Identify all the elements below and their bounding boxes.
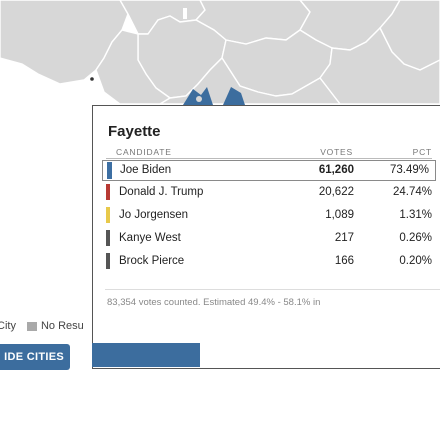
legend-no-results-label: No Resu	[40, 320, 84, 332]
candidate-pct: 0.26%	[399, 232, 432, 244]
legend-city-label: City	[0, 320, 16, 332]
candidate-votes: 1,089	[325, 209, 354, 221]
candidate-votes: 61,260	[318, 164, 354, 176]
toggle-cities-button[interactable]: IDE CITIES	[0, 344, 70, 370]
candidate-name: Joe Biden	[120, 164, 172, 176]
candidate-color-bar	[107, 162, 112, 179]
results-table-header: CANDIDATE VOTES PCT	[106, 140, 432, 159]
candidate-pct: 0.20%	[399, 255, 432, 267]
result-row: Jo Jorgensen 1,089 1.31%	[106, 205, 432, 227]
header-votes: VOTES	[320, 147, 353, 157]
candidate-color-bar	[106, 184, 110, 200]
candidate-name: Jo Jorgensen	[119, 209, 189, 221]
header-candidate: CANDIDATE	[116, 147, 172, 157]
result-row: Kanye West 217 0.26%	[106, 228, 432, 250]
candidate-votes: 217	[334, 232, 354, 244]
legend-no-results-swatch	[26, 321, 37, 331]
candidate-pct: 1.31%	[399, 209, 432, 221]
candidate-color-bar	[106, 230, 110, 246]
result-row: Brock Pierce 166 0.20%	[106, 251, 432, 273]
map-marker-icon[interactable]	[175, 83, 255, 107]
candidate-name: Brock Pierce	[119, 255, 185, 267]
map-legend: City No Resu	[0, 317, 84, 335]
candidate-votes: 166	[334, 255, 354, 267]
candidate-name: Donald J. Trump	[119, 186, 204, 198]
header-pct: PCT	[412, 147, 432, 157]
candidate-name: Kanye West	[119, 232, 181, 244]
candidate-pct: 73.49%	[389, 164, 429, 176]
result-row-winner: Joe Biden 61,260 73.49%	[102, 160, 436, 181]
candidate-pct: 24.74%	[392, 186, 432, 198]
candidate-color-bar	[106, 253, 110, 269]
toggle-cities-label: IDE CITIES	[4, 351, 64, 363]
candidate-votes: 20,622	[318, 186, 354, 198]
footnote-divider	[105, 289, 440, 290]
county-name: Fayette	[108, 123, 161, 140]
result-row: Donald J. Trump 20,622 24.74%	[106, 182, 432, 204]
candidate-color-bar	[106, 207, 110, 223]
popup-tab-bar	[92, 343, 200, 367]
votes-counted-note: 83,354 votes counted. Estimated 49.4% - …	[107, 297, 321, 308]
